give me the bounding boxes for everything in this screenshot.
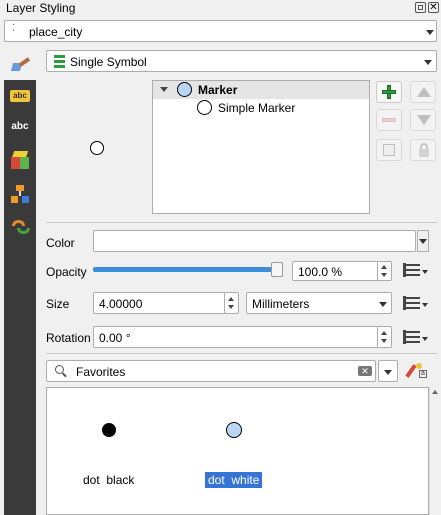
- marker-symbol-icon: [177, 82, 192, 97]
- library-group-selector[interactable]: [378, 360, 398, 382]
- diagram-icon: [11, 185, 29, 205]
- chevron-down-icon: [379, 302, 387, 307]
- opacity-spin-buttons[interactable]: [377, 262, 391, 280]
- rotation-label: Rotation: [46, 331, 91, 345]
- float-panel-icon[interactable]: [415, 2, 426, 13]
- chevron-down-icon: [384, 370, 392, 375]
- tree-child-label: Simple Marker: [218, 101, 296, 115]
- color-label: Color: [46, 236, 75, 250]
- cube-3d-icon: [11, 151, 29, 171]
- style-manager-icon[interactable]: a: [405, 362, 428, 380]
- tree-root-label: Marker: [198, 83, 238, 97]
- rotation-value: 0.00 °: [99, 331, 131, 345]
- size-label: Size: [46, 297, 70, 311]
- 3d-view-tab[interactable]: [4, 148, 36, 174]
- simple-marker-icon: [197, 100, 212, 115]
- arrow-up-icon: [417, 87, 431, 97]
- chevron-down-icon: [426, 30, 434, 35]
- opacity-value: 100.0 %: [298, 265, 343, 279]
- symbol-preview: [46, 78, 146, 214]
- clear-search-icon[interactable]: ✕: [358, 366, 372, 376]
- mask-labels-icon: abc: [11, 121, 29, 132]
- symbol-library-list[interactable]: dot black dot white: [46, 387, 429, 515]
- labels-icon: abc: [10, 90, 30, 102]
- opacity-slider[interactable]: [93, 262, 289, 278]
- data-defined-override-icon[interactable]: [403, 261, 429, 281]
- diagrams-tab[interactable]: [4, 182, 36, 208]
- divider: [46, 222, 437, 223]
- undo-redo-icon: [12, 218, 30, 236]
- opacity-spinbox[interactable]: 100.0 %: [292, 261, 392, 281]
- plus-icon: [382, 85, 396, 99]
- lock-layer-button[interactable]: [410, 139, 436, 161]
- library-scrollbar[interactable]: [429, 387, 439, 515]
- opacity-label: Opacity: [46, 265, 87, 279]
- opacity-slider-handle[interactable]: [271, 262, 283, 277]
- rotation-spinbox[interactable]: 0.00 °: [93, 326, 392, 348]
- point-layer-icon: ⁚: [12, 23, 15, 34]
- labels-tab[interactable]: abc: [4, 86, 36, 108]
- paintbrush-icon: [10, 57, 31, 71]
- color-button[interactable]: [93, 230, 416, 252]
- add-symbol-layer-button[interactable]: [376, 81, 402, 103]
- data-defined-override-icon[interactable]: [403, 328, 429, 348]
- single-symbol-icon: [54, 55, 65, 68]
- duplicate-layer-button[interactable]: [376, 139, 402, 161]
- tree-row-simple-marker[interactable]: Simple Marker: [153, 99, 369, 117]
- size-spin-buttons[interactable]: [224, 293, 238, 313]
- opacity-slider-fill: [93, 267, 277, 272]
- size-unit-value: Millimeters: [252, 297, 310, 311]
- renderer-selector[interactable]: Single Symbol: [46, 50, 437, 72]
- data-defined-override-icon[interactable]: [403, 294, 429, 314]
- library-search-input[interactable]: Favorites ✕: [46, 360, 376, 382]
- duplicate-icon: [383, 144, 395, 156]
- symbol-layer-tree[interactable]: Marker Simple Marker: [152, 80, 370, 214]
- close-panel-icon[interactable]: ✕: [428, 2, 439, 13]
- dot-black-swatch: [102, 423, 116, 437]
- marker-preview-circle: [90, 141, 104, 155]
- arrow-down-icon: [417, 115, 431, 125]
- size-value: 4.00000: [99, 297, 143, 311]
- scroll-up-icon[interactable]: [432, 390, 438, 394]
- symbology-tab[interactable]: [4, 48, 36, 80]
- collapse-arrow-icon[interactable]: [160, 87, 168, 92]
- panel-title-bar: Layer Styling ✕: [0, 0, 441, 16]
- chevron-down-icon: [419, 239, 427, 244]
- search-icon: [55, 365, 67, 378]
- masks-tab[interactable]: abc: [4, 117, 36, 139]
- size-spinbox[interactable]: 4.00000: [93, 292, 239, 314]
- divider: [46, 353, 437, 354]
- layer-selector[interactable]: ⁚ place_city: [4, 20, 437, 42]
- mode-sidebar: abc abc: [4, 48, 36, 515]
- lock-icon: [419, 143, 429, 157]
- opacity-slider-track: [93, 267, 283, 272]
- library-symbol-item[interactable]: dot white: [190, 408, 280, 490]
- chevron-down-icon: [424, 60, 432, 65]
- dot-white-swatch: [226, 422, 242, 438]
- tree-row-marker[interactable]: Marker: [153, 81, 369, 99]
- history-tab[interactable]: [4, 216, 36, 240]
- size-unit-selector[interactable]: Millimeters: [246, 292, 392, 314]
- library-group-value: Favorites: [76, 365, 126, 379]
- move-up-button[interactable]: [410, 81, 436, 103]
- minus-icon: [382, 118, 396, 122]
- renderer-selector-value: Single Symbol: [70, 55, 147, 69]
- symbol-label: dot black: [83, 473, 135, 487]
- rotation-spin-buttons[interactable]: [377, 327, 391, 347]
- library-symbol-item[interactable]: dot black: [67, 408, 151, 490]
- panel-title: Layer Styling: [6, 1, 76, 15]
- remove-symbol-layer-button[interactable]: [376, 109, 402, 131]
- symbol-label-selected: dot white: [205, 472, 263, 488]
- move-down-button[interactable]: [410, 109, 436, 131]
- layer-selector-value: place_city: [29, 25, 83, 39]
- color-menu-button[interactable]: [417, 230, 429, 252]
